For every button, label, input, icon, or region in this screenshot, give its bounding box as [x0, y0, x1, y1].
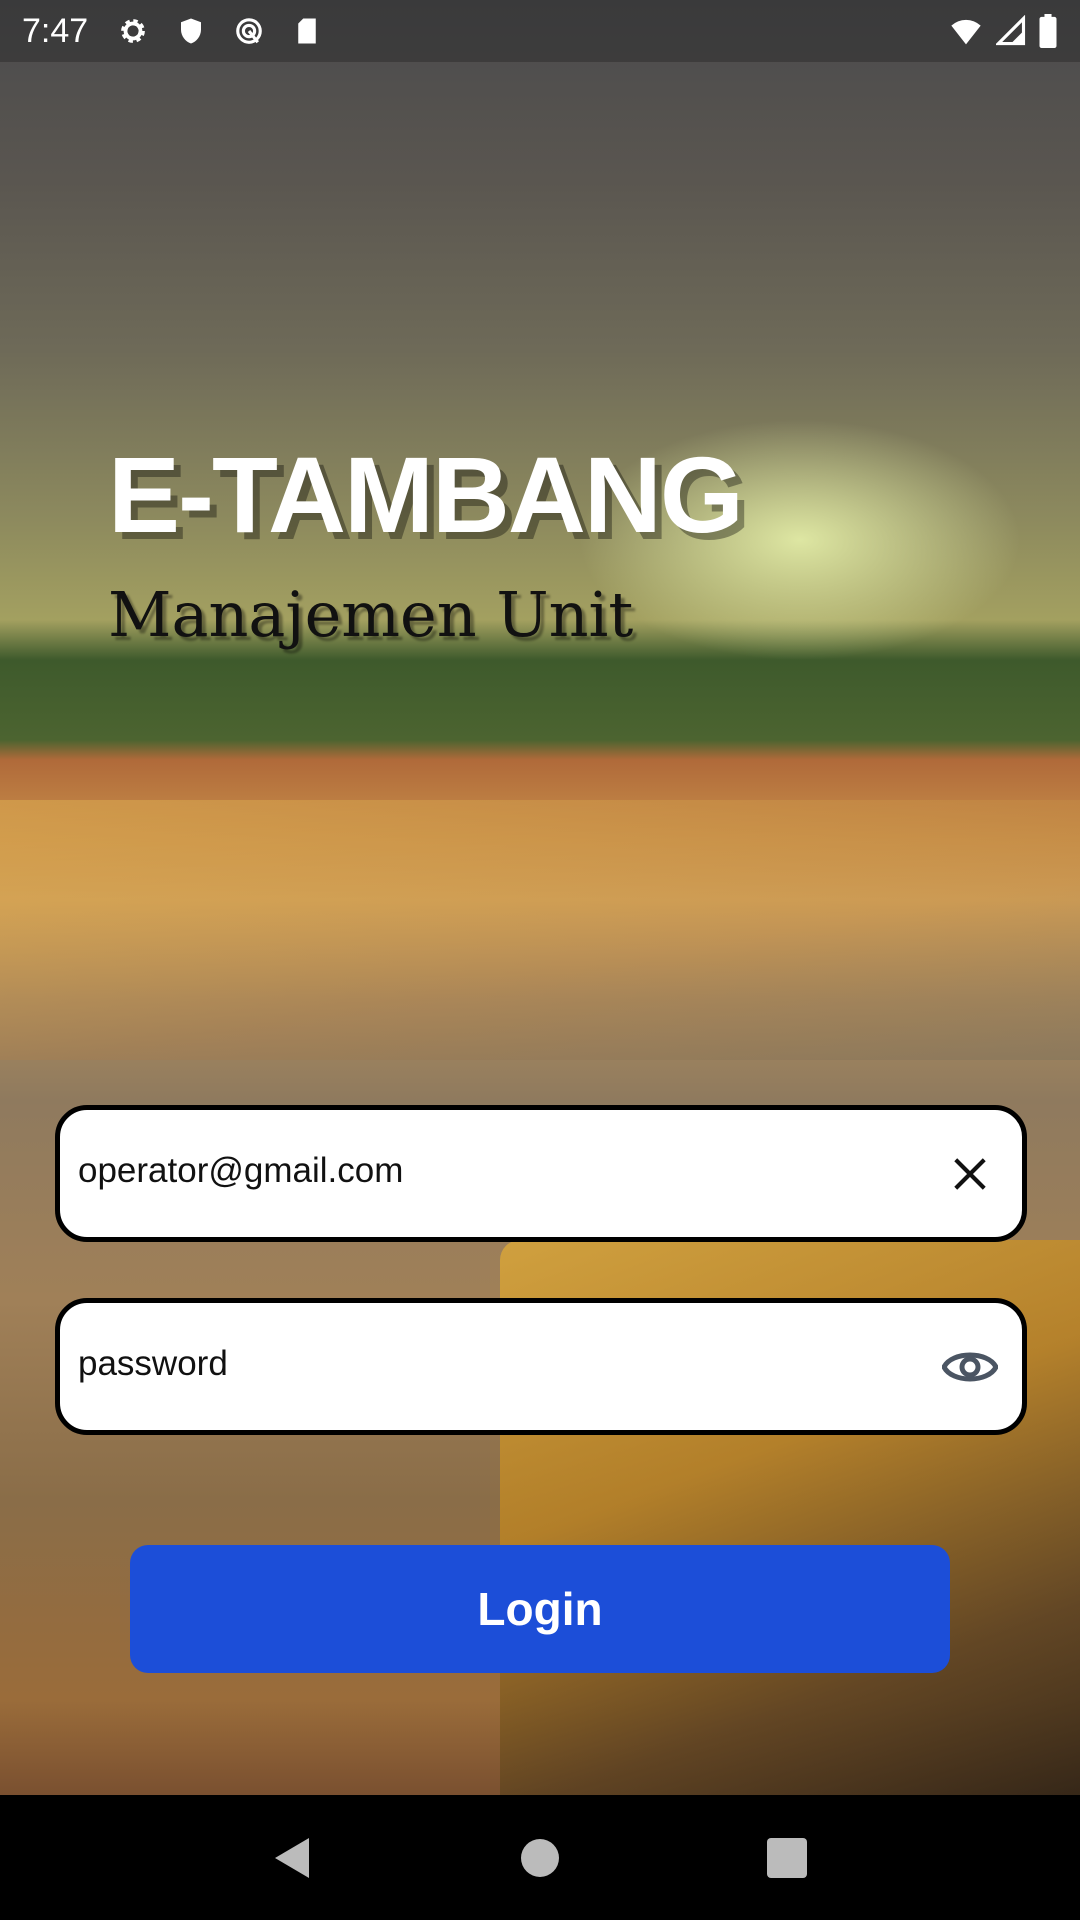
background-hills [0, 800, 1080, 1060]
back-icon[interactable] [273, 1836, 313, 1880]
status-time: 7:47 [22, 11, 89, 50]
battery-icon [1039, 14, 1057, 48]
app-subtitle: Manajemen Unit [108, 578, 634, 651]
password-input[interactable] [78, 1343, 940, 1384]
app-title: E-TAMBANG [108, 434, 744, 555]
email-field[interactable] [55, 1105, 1027, 1242]
sd-card-icon [298, 18, 316, 44]
home-icon[interactable] [520, 1838, 560, 1878]
shield-icon [181, 18, 202, 44]
status-bar: 7:47 [0, 0, 1080, 62]
navigation-bar [0, 1795, 1080, 1920]
eye-icon[interactable] [940, 1337, 1000, 1397]
recents-icon[interactable] [766, 1837, 807, 1878]
gear-icon [121, 19, 146, 43]
login-button[interactable]: Login [130, 1545, 950, 1673]
clear-icon[interactable] [940, 1144, 1000, 1204]
sync-icon [236, 18, 262, 44]
wifi-icon [951, 19, 981, 45]
signal-icon [996, 15, 1026, 46]
email-input[interactable] [78, 1150, 940, 1191]
password-field[interactable] [55, 1298, 1027, 1435]
